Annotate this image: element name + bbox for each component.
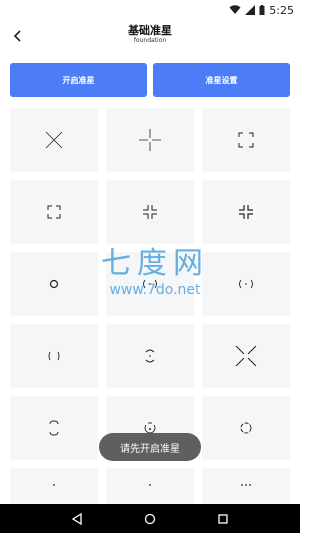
inward-corners-tight-icon — [239, 205, 253, 219]
crosshair-option-9[interactable] — [202, 252, 290, 316]
paren-bracket-icon — [48, 351, 60, 361]
circle-icon — [49, 279, 59, 289]
crosshair-option-1[interactable] — [10, 108, 98, 172]
paren-dot-icon — [143, 279, 157, 289]
status-bar: 5:25 — [0, 0, 300, 20]
inward-corners-icon — [143, 205, 157, 219]
small-dot-icon — [53, 484, 55, 486]
status-time: 5:25 — [269, 3, 294, 17]
crosshair-option-7[interactable] — [10, 252, 98, 316]
wifi-icon — [229, 5, 241, 14]
small-dot-icon — [149, 484, 151, 486]
crosshair-settings-button[interactable]: 准星设置 — [153, 63, 290, 97]
app-header: 基础准星 foundation — [0, 20, 300, 54]
nav-recents-icon[interactable] — [217, 513, 229, 525]
circle-notched-icon — [240, 422, 252, 434]
plus-gap-icon — [139, 129, 161, 151]
signal-icon — [245, 5, 256, 15]
crosshair-option-3[interactable] — [202, 108, 290, 172]
corner-brackets-icon — [238, 132, 254, 148]
toast-message: 请先开启准星 — [99, 433, 201, 461]
system-nav-bar — [0, 504, 300, 533]
crosshair-option-5[interactable] — [106, 180, 194, 244]
crosshair-option-16[interactable] — [10, 468, 98, 504]
crosshair-option-11[interactable] — [106, 324, 194, 388]
crosshair-option-12[interactable] — [202, 324, 290, 388]
open-crosshair-button[interactable]: 开启准星 — [10, 63, 147, 97]
rounded-brackets-icon — [49, 420, 59, 436]
corner-brackets-wide-icon — [47, 205, 61, 219]
x-gap-icon — [235, 345, 257, 367]
crosshair-option-10[interactable] — [10, 324, 98, 388]
crosshair-option-6[interactable] — [202, 180, 290, 244]
arcs-center-icon — [145, 349, 155, 363]
nav-home-icon[interactable] — [144, 513, 156, 525]
page-title: 基础准星 — [128, 24, 172, 37]
page-subtitle: foundation — [133, 37, 167, 44]
crosshair-option-2[interactable] — [106, 108, 194, 172]
crosshair-option-4[interactable] — [10, 180, 98, 244]
crosshair-option-18[interactable] — [202, 468, 290, 504]
crosshair-option-8[interactable] — [106, 252, 194, 316]
crosshair-option-15[interactable] — [202, 396, 290, 460]
paren-small-icon — [239, 279, 253, 289]
x-cross-icon — [45, 131, 63, 149]
nav-back-icon[interactable] — [71, 512, 83, 525]
crosshair-option-13[interactable] — [10, 396, 98, 460]
triangle-dots-icon — [241, 484, 251, 486]
battery-icon — [259, 5, 265, 15]
crosshair-option-17[interactable] — [106, 468, 194, 504]
